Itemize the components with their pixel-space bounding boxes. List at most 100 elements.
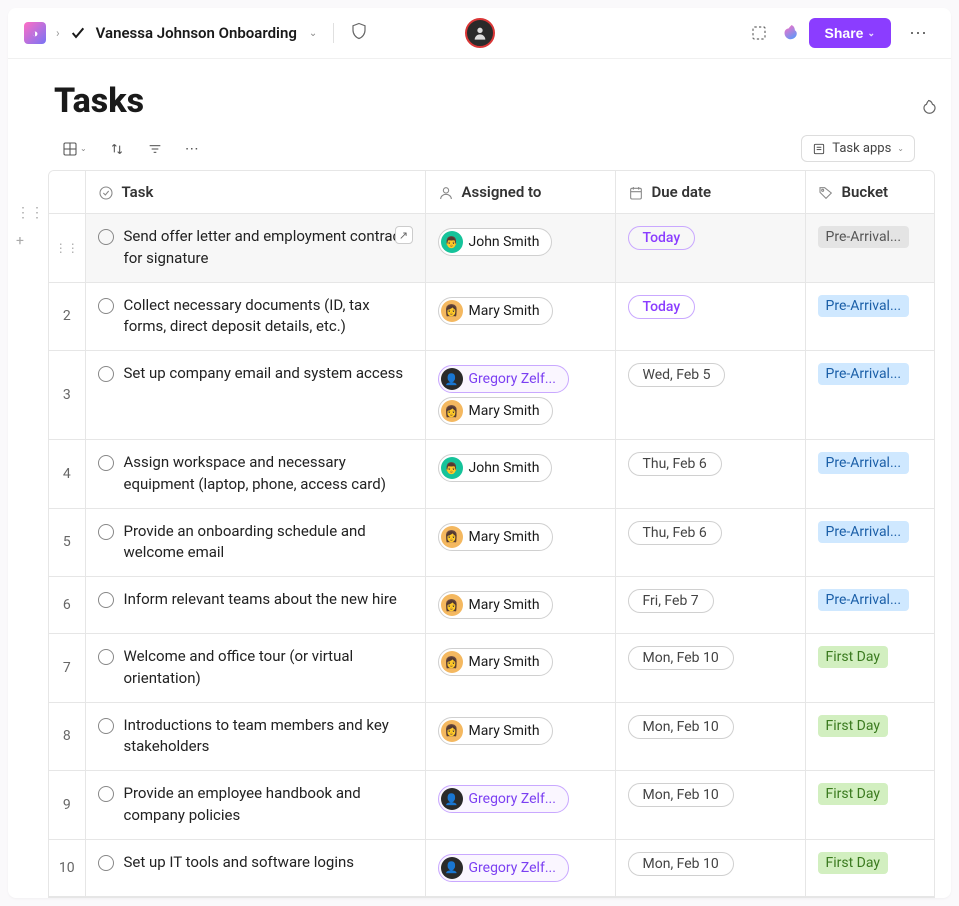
due-date-pill[interactable]: Wed, Feb 5 — [628, 363, 726, 387]
bucket-cell[interactable]: Pre-Arrival... — [805, 351, 934, 440]
assigned-cell[interactable]: 👨John Smith — [425, 440, 615, 509]
task-complete-checkbox[interactable] — [98, 298, 114, 314]
task-complete-checkbox[interactable] — [98, 366, 114, 382]
task-cell[interactable]: Set up IT tools and software logins — [85, 839, 425, 896]
due-cell[interactable]: Mon, Feb 10 — [615, 634, 805, 703]
assignee-chip[interactable]: 👩Mary Smith — [438, 717, 553, 745]
page-breadcrumb-title[interactable]: Vanessa Johnson Onboarding — [96, 24, 297, 42]
task-cell[interactable]: Provide an employee handbook and company… — [85, 771, 425, 840]
bucket-cell[interactable]: First Day — [805, 702, 934, 771]
bucket-cell[interactable]: First Day — [805, 771, 934, 840]
table-row[interactable]: 7Welcome and office tour (or virtual ori… — [49, 634, 934, 703]
copilot-icon[interactable] — [779, 23, 799, 43]
due-date-pill[interactable]: Mon, Feb 10 — [628, 646, 734, 670]
assignee-chip[interactable]: 👨John Smith — [438, 228, 553, 256]
drag-handle-icon[interactable]: ⋮⋮ — [16, 205, 44, 221]
assigned-cell[interactable]: 👤Gregory Zelf... — [425, 839, 615, 896]
due-date-pill[interactable]: Thu, Feb 6 — [628, 452, 722, 476]
bucket-cell[interactable]: First Day — [805, 839, 934, 896]
assignee-chip[interactable]: 👩Mary Smith — [438, 591, 553, 619]
assignee-chip[interactable]: 👩Mary Smith — [438, 297, 553, 325]
column-header-bucket[interactable]: Bucket — [805, 171, 934, 214]
due-cell[interactable]: Fri, Feb 7 — [615, 577, 805, 634]
add-row-icon[interactable]: + — [16, 233, 44, 249]
user-avatar[interactable] — [465, 18, 495, 48]
due-date-pill[interactable]: Mon, Feb 10 — [628, 852, 734, 876]
filter-icon[interactable] — [147, 141, 163, 157]
table-row[interactable]: 8Introductions to team members and key s… — [49, 702, 934, 771]
assigned-cell[interactable]: 👩Mary Smith — [425, 702, 615, 771]
task-cell[interactable]: Collect necessary documents (ID, tax for… — [85, 282, 425, 351]
table-row[interactable]: ⋮⋮ Send offer letter and employment contr… — [49, 214, 934, 283]
assigned-cell[interactable]: 👩Mary Smith — [425, 282, 615, 351]
due-cell[interactable]: Mon, Feb 10 — [615, 839, 805, 896]
due-cell[interactable]: Thu, Feb 6 — [615, 440, 805, 509]
column-header-task[interactable]: Task — [85, 171, 425, 214]
toolbar-more-icon[interactable]: ⋯ — [185, 141, 199, 157]
task-cell[interactable]: Assign workspace and necessary equipment… — [85, 440, 425, 509]
bucket-tag[interactable]: Pre-Arrival... — [818, 589, 910, 611]
bucket-cell[interactable]: Pre-Arrival... — [805, 214, 934, 283]
share-button[interactable]: Share ⌄ — [809, 18, 891, 48]
task-cell[interactable]: Welcome and office tour (or virtual orie… — [85, 634, 425, 703]
table-row[interactable]: 2Collect necessary documents (ID, tax fo… — [49, 282, 934, 351]
assigned-cell[interactable]: 👩Mary Smith — [425, 508, 615, 577]
task-complete-checkbox[interactable] — [98, 455, 114, 471]
column-header-due[interactable]: Due date — [615, 171, 805, 214]
task-cell[interactable]: Send offer letter and employment contrac… — [85, 214, 425, 283]
bucket-cell[interactable]: Pre-Arrival... — [805, 282, 934, 351]
copilot-side-icon[interactable] — [919, 99, 937, 121]
more-menu-icon[interactable]: ⋯ — [901, 23, 935, 44]
bucket-tag[interactable]: First Day — [818, 646, 889, 668]
task-complete-checkbox[interactable] — [98, 649, 114, 665]
bucket-tag[interactable]: Pre-Arrival... — [818, 452, 910, 474]
assigned-cell[interactable]: 👨John Smith — [425, 214, 615, 283]
due-date-pill[interactable]: Mon, Feb 10 — [628, 783, 734, 807]
table-row[interactable]: 6Inform relevant teams about the new hir… — [49, 577, 934, 634]
bucket-tag[interactable]: Pre-Arrival... — [818, 363, 910, 385]
table-row[interactable]: 3Set up company email and system access👤… — [49, 351, 934, 440]
breadcrumb-dropdown-icon[interactable]: ⌄ — [309, 28, 317, 39]
assignee-chip[interactable]: 👤Gregory Zelf... — [438, 365, 569, 393]
assignee-chip[interactable]: 👤Gregory Zelf... — [438, 854, 569, 882]
task-complete-checkbox[interactable] — [98, 229, 114, 245]
bucket-cell[interactable]: First Day — [805, 634, 934, 703]
bucket-cell[interactable]: Pre-Arrival... — [805, 577, 934, 634]
due-date-pill[interactable]: Today — [628, 295, 696, 319]
capture-icon[interactable] — [749, 23, 769, 43]
task-cell[interactable]: Introductions to team members and key st… — [85, 702, 425, 771]
table-row[interactable]: 5Provide an onboarding schedule and welc… — [49, 508, 934, 577]
table-row[interactable]: 9Provide an employee handbook and compan… — [49, 771, 934, 840]
assignee-chip[interactable]: 👩Mary Smith — [438, 397, 553, 425]
assigned-cell[interactable]: 👤Gregory Zelf... 👩Mary Smith — [425, 351, 615, 440]
drag-handle-icon[interactable]: ⋮⋮ — [55, 241, 79, 255]
column-header-assigned[interactable]: Assigned to — [425, 171, 615, 214]
assigned-cell[interactable]: 👩Mary Smith — [425, 634, 615, 703]
bucket-tag[interactable]: Pre-Arrival... — [818, 521, 910, 543]
due-date-pill[interactable]: Mon, Feb 10 — [628, 715, 734, 739]
due-cell[interactable]: Mon, Feb 10 — [615, 771, 805, 840]
bucket-tag[interactable]: First Day — [818, 852, 889, 874]
due-cell[interactable]: Today — [615, 214, 805, 283]
due-date-pill[interactable]: Thu, Feb 6 — [628, 521, 722, 545]
due-cell[interactable]: Thu, Feb 6 — [615, 508, 805, 577]
bucket-tag[interactable]: First Day — [818, 715, 889, 737]
task-cell[interactable]: Inform relevant teams about the new hire — [85, 577, 425, 634]
task-cell[interactable]: Provide an onboarding schedule and welco… — [85, 508, 425, 577]
view-grid-icon[interactable]: ⌄ — [62, 141, 87, 157]
table-row[interactable]: 4Assign workspace and necessary equipmen… — [49, 440, 934, 509]
bucket-cell[interactable]: Pre-Arrival... — [805, 508, 934, 577]
task-complete-checkbox[interactable] — [98, 592, 114, 608]
due-cell[interactable]: Wed, Feb 5 — [615, 351, 805, 440]
assignee-chip[interactable]: 👤Gregory Zelf... — [438, 785, 569, 813]
bucket-cell[interactable]: Pre-Arrival... — [805, 440, 934, 509]
due-date-pill[interactable]: Fri, Feb 7 — [628, 589, 714, 613]
assignee-chip[interactable]: 👨John Smith — [438, 454, 553, 482]
due-cell[interactable]: Today — [615, 282, 805, 351]
assigned-cell[interactable]: 👩Mary Smith — [425, 577, 615, 634]
task-apps-button[interactable]: Task apps ⌄ — [801, 135, 915, 162]
assigned-cell[interactable]: 👤Gregory Zelf... — [425, 771, 615, 840]
shield-icon[interactable] — [350, 22, 368, 44]
task-complete-checkbox[interactable] — [98, 718, 114, 734]
task-complete-checkbox[interactable] — [98, 786, 114, 802]
